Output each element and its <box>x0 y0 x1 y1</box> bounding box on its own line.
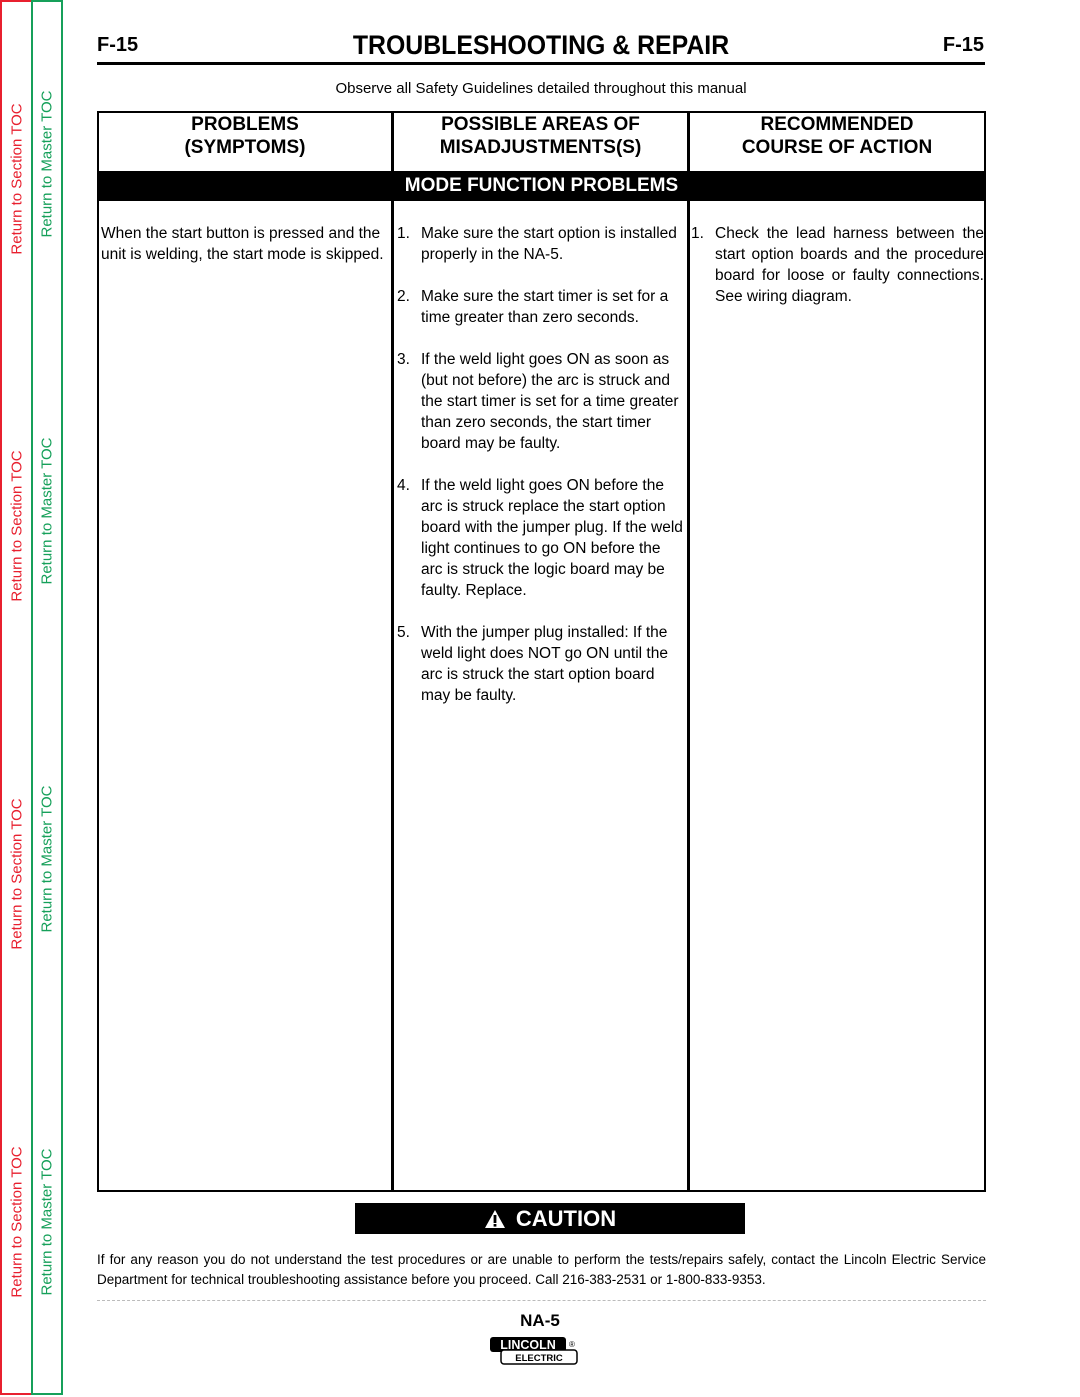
section-band-mode-function-problems: MODE FUNCTION PROBLEMS <box>99 171 984 201</box>
warning-triangle-icon <box>484 1209 505 1228</box>
caution-banner: CAUTION <box>355 1203 745 1234</box>
logo-registered-mark: ® <box>569 1340 575 1349</box>
troubleshooting-table: PROBLEMS (SYMPTOMS) POSSIBLE AREAS OF MI… <box>97 111 986 1192</box>
item-number: 1. <box>397 225 410 242</box>
item-number: 3. <box>397 351 410 368</box>
column-divider <box>391 201 394 1190</box>
master-toc-label[interactable]: Return to Master TOC <box>39 438 56 585</box>
column-header-line: (SYMPTOMS) <box>184 137 306 158</box>
lincoln-electric-logo: LINCOLN ® ELECTRIC <box>490 1337 578 1365</box>
item-number: 1. <box>691 225 704 242</box>
item-number: 2. <box>397 288 410 305</box>
master-toc-label[interactable]: Return to Master TOC <box>39 786 56 933</box>
page-code-right: F-15 <box>942 34 984 56</box>
list-item: 4. If the weld light goes ON before the a… <box>397 475 685 601</box>
column-header-line: PROBLEMS <box>191 114 299 135</box>
section-toc-strip: Return to Section TOC Return to Section … <box>0 0 32 1395</box>
section-toc-label[interactable]: Return to Section TOC <box>9 450 26 601</box>
item-number: 4. <box>397 477 410 494</box>
symptom-text: When the start button is pressed and the… <box>101 225 384 263</box>
symptom-cell: When the start button is pressed and the… <box>101 223 389 265</box>
caution-label: CAUTION <box>515 1205 617 1231</box>
column-header-course-of-action: RECOMMENDED COURSE OF ACTION <box>690 113 984 170</box>
logo-bottom-text: ELECTRIC <box>515 1353 563 1364</box>
item-text: With the jumper plug installed: If the w… <box>421 624 668 704</box>
list-item: 1. Check the lead harness between the sta… <box>691 223 984 307</box>
list-item: 1. Make sure the start option is installe… <box>397 223 685 265</box>
list-item: 2. Make sure the start timer is set for a… <box>397 286 685 328</box>
item-text: Make sure the start timer is set for a t… <box>421 288 669 326</box>
column-header-line: COURSE OF ACTION <box>741 137 933 158</box>
page-title: TROUBLESHOOTING & REPAIR <box>352 30 730 60</box>
section-toc-label[interactable]: Return to Section TOC <box>9 798 26 949</box>
item-text: If the weld light goes ON as soon as (bu… <box>421 351 679 452</box>
item-text: Check the lead harness between the start… <box>715 225 984 305</box>
column-divider <box>391 113 394 171</box>
item-text: If the weld light goes ON before the arc… <box>421 477 683 599</box>
section-toc-label[interactable]: Return to Section TOC <box>9 1146 26 1297</box>
caution-notice: If for any reason you do not understand … <box>97 1252 986 1287</box>
list-item: 5. With the jumper plug installed: If the… <box>397 622 685 706</box>
column-divider <box>687 201 690 1190</box>
column-header-line: MISADJUSTMENTS(S) <box>439 137 642 158</box>
course-of-action-cell: 1. Check the lead harness between the sta… <box>691 223 984 328</box>
section-toc-label[interactable]: Return to Section TOC <box>9 103 26 254</box>
master-toc-label[interactable]: Return to Master TOC <box>39 1149 56 1296</box>
model-name: NA-5 <box>520 1311 560 1330</box>
column-header-problems: PROBLEMS (SYMPTOMS) <box>99 113 391 170</box>
column-divider <box>687 113 690 171</box>
item-number: 5. <box>397 624 410 641</box>
list-item: 3. If the weld light goes ON as soon as (… <box>397 349 685 454</box>
header-rule <box>97 62 985 65</box>
misadjustments-cell: 1. Make sure the start option is installe… <box>397 223 685 727</box>
column-header-misadjustments: POSSIBLE AREAS OF MISADJUSTMENTS(S) <box>394 113 687 170</box>
footer-divider <box>97 1300 986 1301</box>
master-toc-label[interactable]: Return to Master TOC <box>39 91 56 238</box>
column-header-line: RECOMMENDED <box>760 114 914 135</box>
master-toc-strip: Return to Master TOC Return to Master TO… <box>31 0 63 1395</box>
item-text: Make sure the start option is installed … <box>421 225 677 263</box>
column-header-line: POSSIBLE AREAS OF <box>441 114 640 135</box>
safety-note: Observe all Safety Guidelines detailed t… <box>335 80 747 97</box>
